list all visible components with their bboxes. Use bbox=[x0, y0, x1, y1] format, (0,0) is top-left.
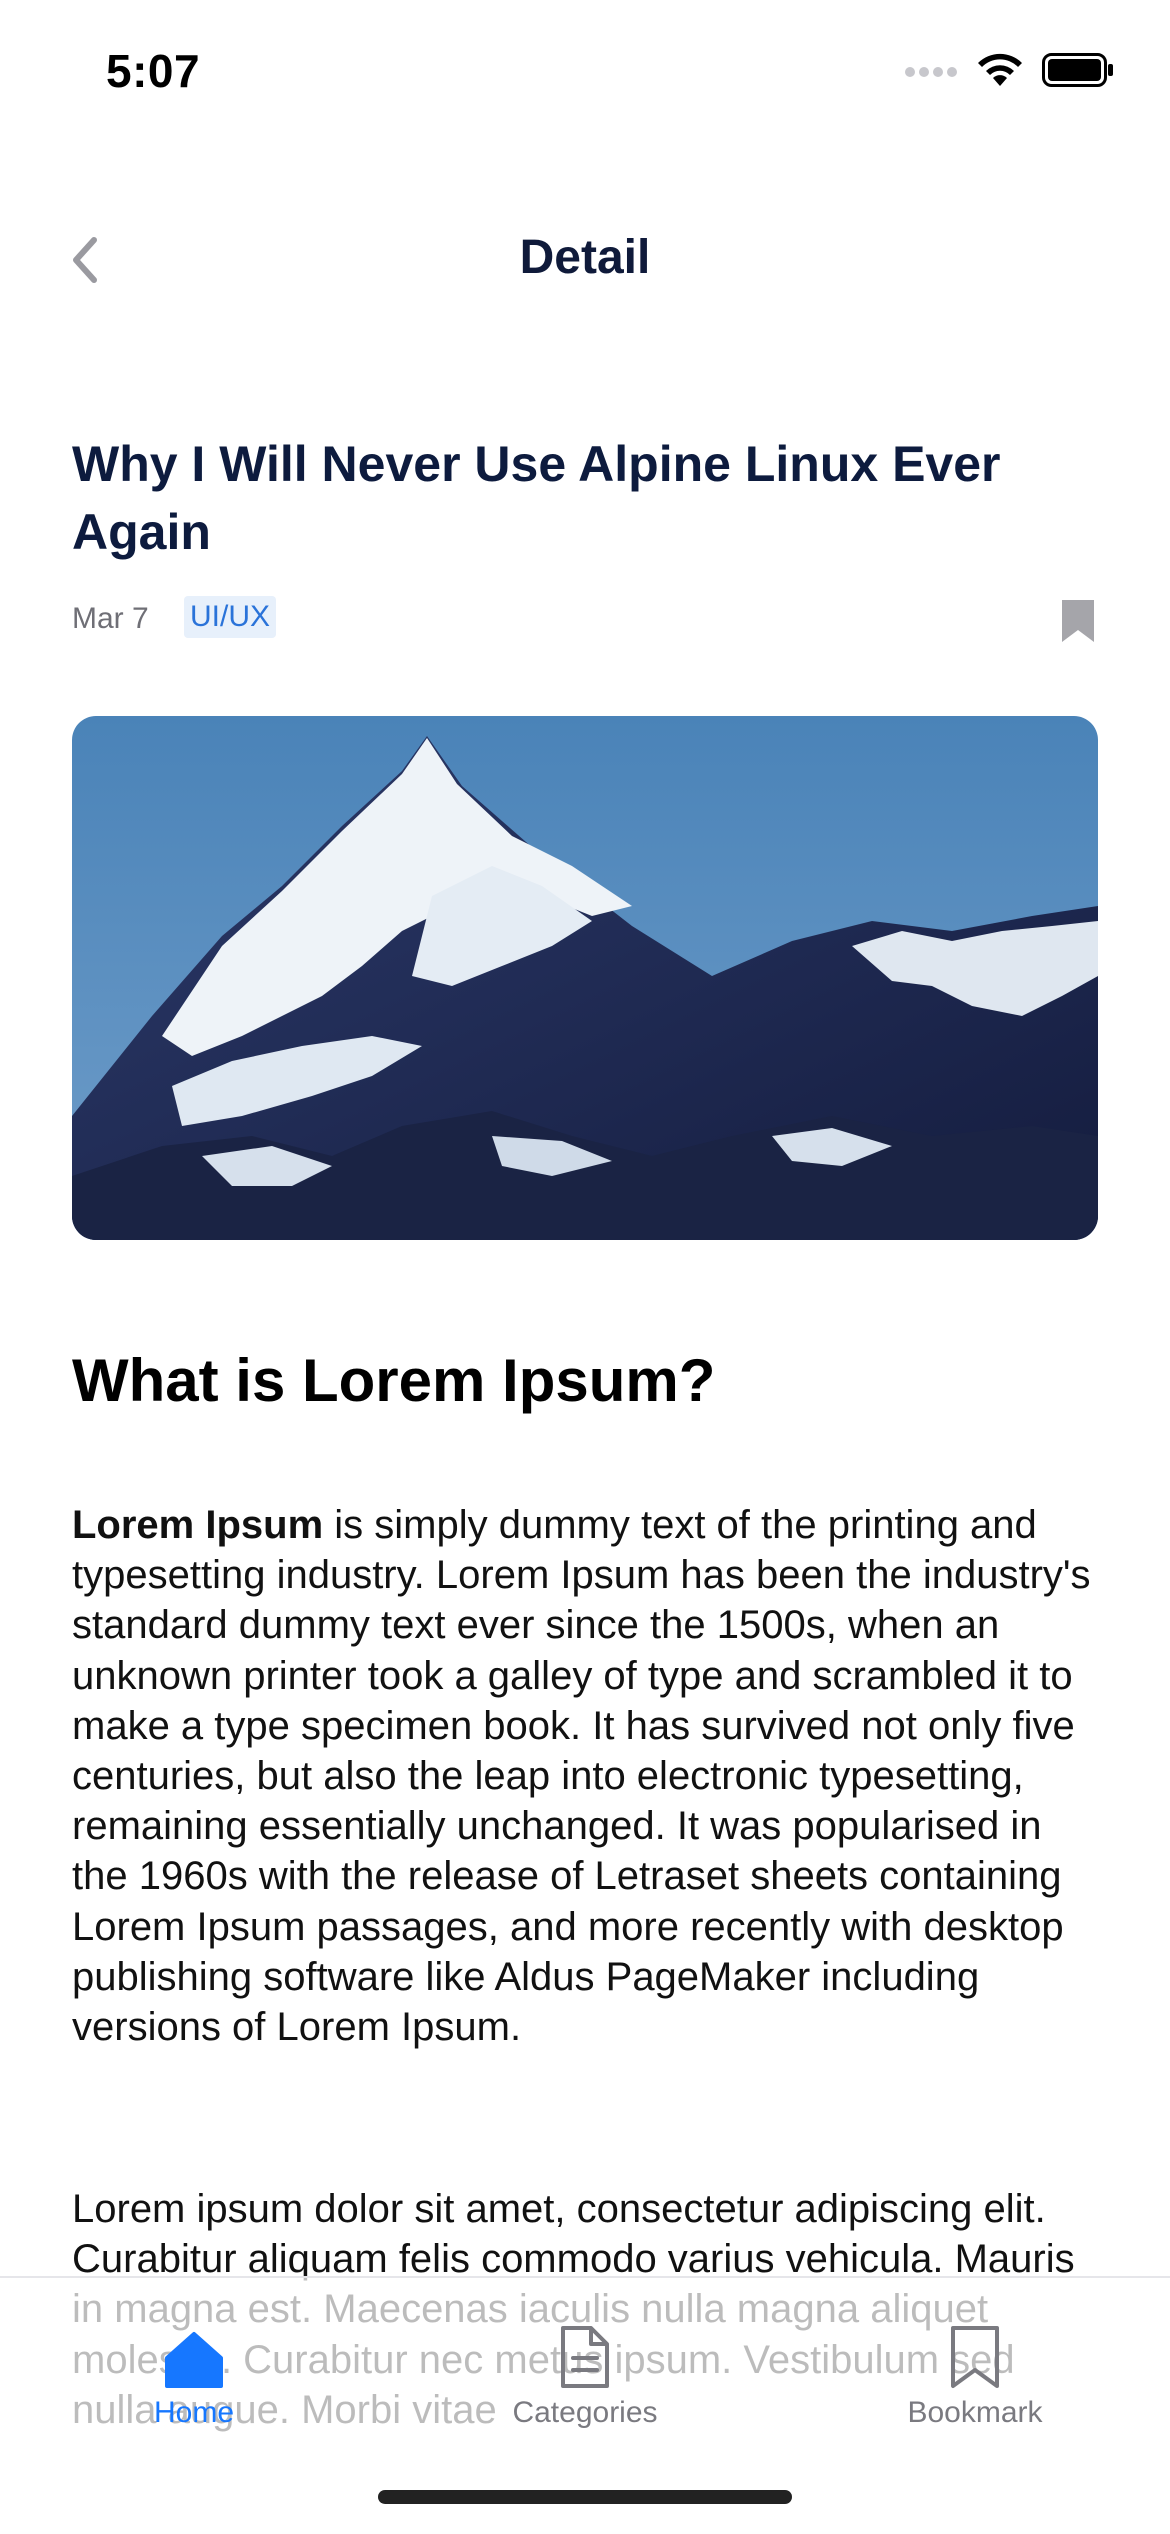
document-icon bbox=[557, 2320, 613, 2390]
page-title: Detail bbox=[519, 231, 651, 284]
paragraph-bold-lead: Lorem Ipsum bbox=[72, 1503, 324, 1547]
tab-bookmark[interactable]: Bookmark bbox=[875, 2320, 1075, 2430]
status-time: 5:07 bbox=[106, 45, 201, 97]
status-bar: 5:07 bbox=[0, 0, 1170, 140]
paragraph-text: is simply dummy text of the printing and… bbox=[72, 1503, 1091, 2050]
battery-icon bbox=[1042, 53, 1114, 92]
navigation-header: Detail bbox=[0, 200, 1170, 330]
status-icons bbox=[904, 52, 1114, 93]
hero-image bbox=[72, 716, 1098, 1240]
tab-home-label: Home bbox=[153, 2396, 235, 2429]
wifi-icon bbox=[976, 52, 1024, 93]
article-paragraph: Lorem Ipsum is simply dummy text of the … bbox=[72, 1500, 1102, 2052]
article-meta: Mar 7 UI/UX bbox=[72, 596, 1098, 646]
tab-home[interactable]: Home bbox=[94, 2320, 294, 2430]
bookmark-button[interactable] bbox=[1058, 598, 1098, 649]
tab-categories[interactable]: Categories bbox=[485, 2320, 685, 2430]
home-icon bbox=[163, 2320, 225, 2390]
section-heading: What is Lorem Ipsum? bbox=[72, 1347, 716, 1414]
article-title: Why I Will Never Use Alpine Linux Ever A… bbox=[72, 436, 1001, 560]
tab-categories-label: Categories bbox=[512, 2396, 658, 2429]
category-tag[interactable]: UI/UX bbox=[184, 596, 277, 638]
cellular-icon bbox=[904, 60, 958, 85]
bookmark-outline-icon bbox=[947, 2320, 1003, 2390]
bookmark-filled-icon bbox=[1058, 600, 1098, 648]
home-indicator bbox=[378, 2490, 792, 2504]
tab-bookmark-label: Bookmark bbox=[907, 2396, 1043, 2429]
article-date: Mar 7 bbox=[72, 602, 149, 635]
